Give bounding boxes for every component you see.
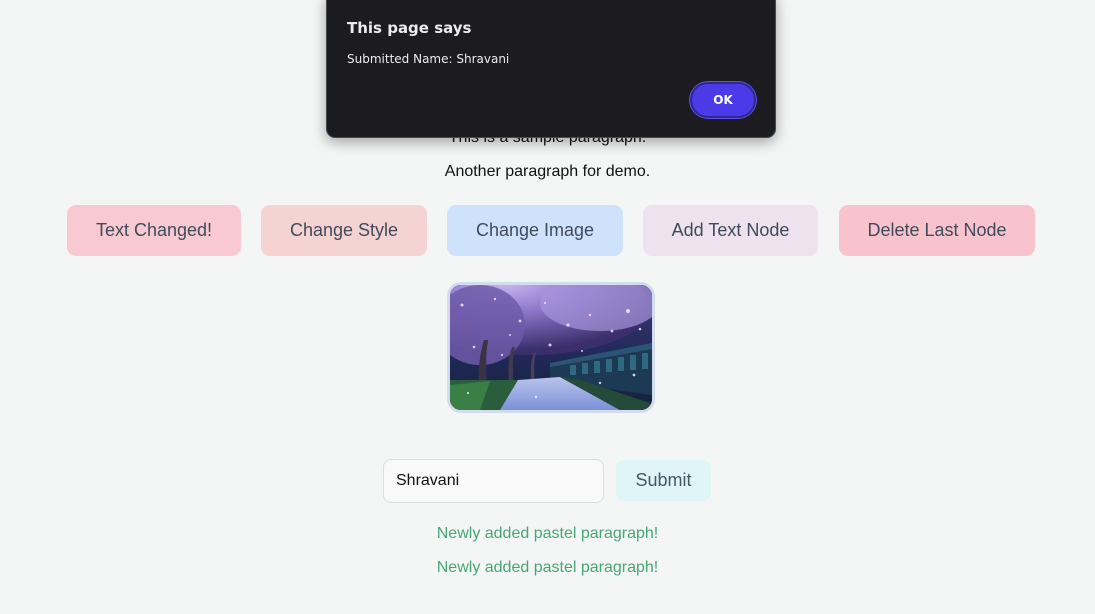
demo-paragraph: Another paragraph for demo. [444, 163, 651, 180]
submit-button[interactable]: Submit [616, 460, 711, 501]
added-paragraph: Newly added pastel paragraph! [436, 559, 659, 576]
delete-last-node-button[interactable]: Delete Last Node [839, 205, 1035, 256]
change-text-button[interactable]: Text Changed! [67, 205, 241, 256]
alert-dialog: This page says Submitted Name: Shravani … [326, 0, 776, 138]
ok-button[interactable]: OK [690, 82, 756, 118]
blossom-street-illustration [450, 285, 652, 410]
name-input[interactable] [383, 459, 604, 503]
change-style-button[interactable]: Change Style [261, 205, 427, 256]
dialog-message: Submitted Name: Shravani [347, 52, 510, 66]
added-paragraph: Newly added pastel paragraph! [436, 525, 659, 542]
blossom-street-image [447, 282, 655, 413]
change-image-button[interactable]: Change Image [447, 205, 623, 256]
dialog-title: This page says [347, 19, 472, 37]
add-text-node-button[interactable]: Add Text Node [643, 205, 818, 256]
